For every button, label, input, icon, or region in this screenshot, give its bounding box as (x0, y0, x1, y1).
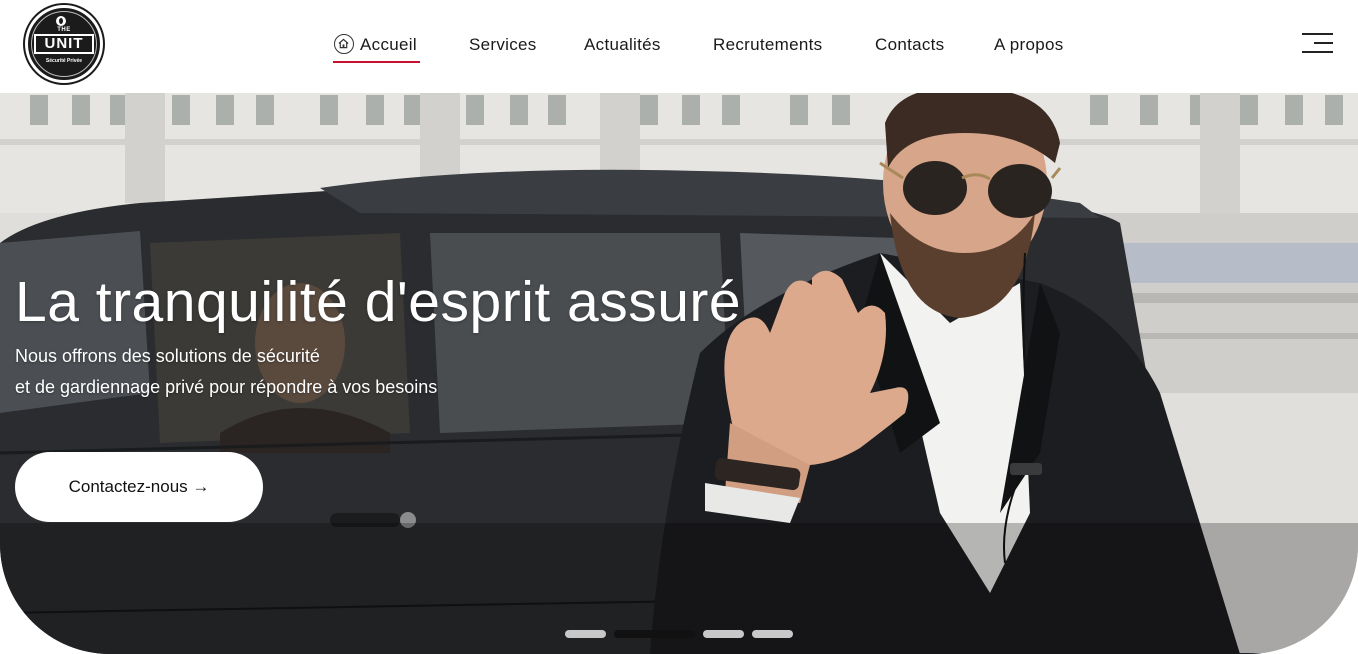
hamburger-menu-icon[interactable] (1302, 33, 1333, 55)
main-nav: Accueil Services Actualités Recrutements… (0, 0, 1358, 93)
carousel-dot-2-active[interactable] (614, 630, 695, 638)
hero-title: La tranquilité d'esprit assuré (15, 270, 742, 334)
site-header: THE UNIT Sécurité Privée Accueil Service… (0, 0, 1358, 93)
carousel-indicators (0, 630, 1358, 638)
nav-item-label: Accueil (360, 35, 417, 54)
carousel-dot-3[interactable] (703, 630, 744, 638)
nav-item-actualites[interactable]: Actualités (584, 34, 661, 56)
contact-us-button[interactable]: Contactez-nous → (15, 452, 263, 522)
hero-subtitle-line-1: Nous offrons des solutions de sécurité (15, 346, 320, 366)
hero-banner: La tranquilité d'esprit assuré Nous offr… (0, 93, 1358, 654)
home-icon (334, 34, 354, 54)
carousel-dot-1[interactable] (565, 630, 606, 638)
nav-item-accueil[interactable]: Accueil (333, 34, 420, 63)
nav-item-a-propos[interactable]: A propos (994, 34, 1064, 56)
hero-background-image (0, 93, 1358, 654)
nav-item-services[interactable]: Services (469, 34, 537, 56)
hero-subtitle-line-2: et de gardiennage privé pour répondre à … (15, 377, 438, 397)
nav-item-recrutements[interactable]: Recrutements (713, 34, 822, 56)
nav-item-contacts[interactable]: Contacts (875, 34, 945, 56)
carousel-dot-4[interactable] (752, 630, 793, 638)
